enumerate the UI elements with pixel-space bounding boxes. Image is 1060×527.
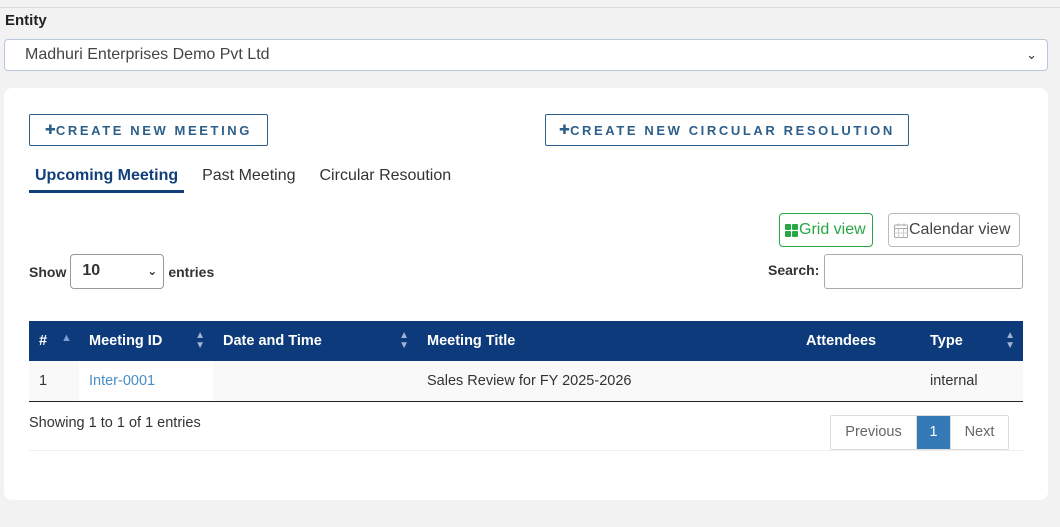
search-label: Search: <box>768 262 820 278</box>
column-header-number[interactable]: # ▲ <box>29 321 79 361</box>
next-page-button[interactable]: Next <box>950 416 1008 449</box>
column-header-meeting-id[interactable]: Meeting ID ▲ ▼ <box>79 321 213 361</box>
calendar-view-button[interactable]: Calendar view <box>888 213 1020 247</box>
column-header-date-time[interactable]: Date and Time ▲ ▼ <box>213 321 417 361</box>
calendar-view-label: Calendar view <box>909 221 1011 238</box>
sort-icon: ▲ ▼ <box>195 330 205 351</box>
cell-date-time <box>213 361 417 402</box>
tab-circular-resolution[interactable]: Circular Resoution <box>314 165 458 193</box>
meeting-tabs: Upcoming Meeting Past Meeting Circular R… <box>29 165 469 195</box>
grid-view-button[interactable]: Grid view <box>779 213 873 247</box>
meetings-card: ✚ CREATE NEW MEETING ✚ CREATE NEW CIRCUL… <box>4 88 1048 500</box>
search-input[interactable] <box>824 254 1023 289</box>
column-header-attendees: Attendees <box>796 321 920 361</box>
entity-select[interactable]: Madhuri Enterprises Demo Pvt Ltd ⌄ <box>4 39 1048 71</box>
cell-attendees <box>796 361 920 402</box>
column-header-meeting-title: Meeting Title <box>417 321 796 361</box>
pagination: Previous 1 Next <box>830 415 1009 450</box>
previous-page-button[interactable]: Previous <box>831 416 917 449</box>
table-info: Showing 1 to 1 of 1 entries <box>29 415 201 431</box>
show-label: Show <box>29 263 67 280</box>
create-circular-label: CREATE NEW CIRCULAR RESOLUTION <box>570 122 895 138</box>
entity-label: Entity <box>5 12 47 29</box>
meeting-id-link[interactable]: Inter-0001 <box>79 361 213 402</box>
create-meeting-button[interactable]: ✚ CREATE NEW MEETING <box>29 114 268 146</box>
chevron-down-icon: ⌄ <box>147 264 158 278</box>
sort-icon: ▲ ▼ <box>1005 330 1015 351</box>
create-circular-resolution-button[interactable]: ✚ CREATE NEW CIRCULAR RESOLUTION <box>545 114 909 146</box>
grid-icon <box>785 223 798 237</box>
plus-icon: ✚ <box>45 122 56 137</box>
cell-meeting-title: Sales Review for FY 2025-2026 <box>417 361 796 402</box>
tab-past-meeting[interactable]: Past Meeting <box>196 165 301 193</box>
table-row: 1 Inter-0001 Sales Review for FY 2025-20… <box>29 361 1023 402</box>
entries-label: entries <box>168 263 215 280</box>
entries-value: 10 <box>82 262 101 279</box>
entries-select[interactable]: 10 ⌄ <box>70 254 165 289</box>
meetings-table: # ▲ Meeting ID ▲ ▼ Date and Time ▲ ▼ Meeti… <box>29 321 1023 402</box>
entries-length-control: Show 10 ⌄ entries <box>29 254 214 289</box>
chevron-down-icon: ⌄ <box>1026 47 1037 62</box>
plus-icon: ✚ <box>559 122 571 137</box>
sort-icon: ▲ ▼ <box>399 330 409 351</box>
tab-upcoming-meeting[interactable]: Upcoming Meeting <box>29 165 185 193</box>
entity-selected-value: Madhuri Enterprises Demo Pvt Ltd <box>25 46 270 63</box>
grid-view-label: Grid view <box>799 221 866 238</box>
column-header-type[interactable]: Type ▲ ▼ <box>920 321 1023 361</box>
table-bottom-divider <box>29 450 1023 451</box>
page-1-button[interactable]: 1 <box>917 416 950 449</box>
calendar-icon <box>894 223 908 238</box>
top-divider <box>0 7 1060 8</box>
cell-number: 1 <box>29 361 79 402</box>
create-meeting-label: CREATE NEW MEETING <box>55 122 252 138</box>
cell-type: internal <box>920 361 1023 402</box>
table-header-row: # ▲ Meeting ID ▲ ▼ Date and Time ▲ ▼ Meeti… <box>29 321 1023 361</box>
sort-asc-icon: ▲ <box>61 332 72 344</box>
